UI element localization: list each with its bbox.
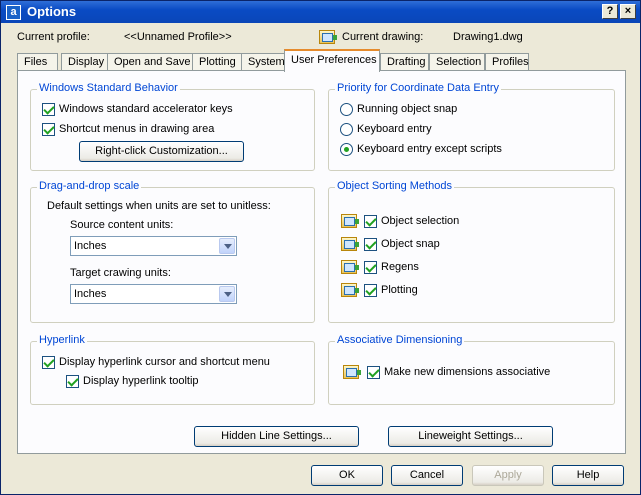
accelerator-keys-checkbox[interactable] [42, 103, 55, 116]
tab-files[interactable]: Files [17, 53, 58, 71]
hyperlink-cursor-label[interactable]: Display hyperlink cursor and shortcut me… [59, 356, 270, 368]
source-units-label: Source content units: [70, 219, 174, 231]
windows-standard-title: Windows Standard Behavior [37, 82, 180, 94]
shortcut-menus-checkbox[interactable] [42, 123, 55, 136]
object-snap-label[interactable]: Object snap [381, 238, 440, 250]
target-units-select[interactable]: Inches [70, 284, 237, 304]
object-snap-checkbox[interactable] [364, 238, 377, 251]
chevron-down-icon[interactable] [219, 286, 235, 302]
object-sort-icon [341, 214, 359, 228]
windows-standard-group: Windows Standard Behavior Windows standa… [30, 82, 315, 171]
right-click-customization-button[interactable]: Right-click Customization... [79, 141, 244, 162]
hyperlink-title: Hyperlink [37, 334, 87, 346]
object-sort-icon [341, 283, 359, 297]
shortcut-menus-label[interactable]: Shortcut menus in drawing area [59, 123, 214, 135]
object-selection-label[interactable]: Object selection [381, 215, 459, 227]
autocad-app-icon: a [6, 5, 21, 20]
target-units-value: Inches [74, 288, 107, 300]
running-object-snap-label[interactable]: Running object snap [357, 103, 457, 115]
cancel-button[interactable]: Cancel [391, 465, 463, 486]
tab-user-preferences[interactable]: User Preferences [284, 49, 380, 72]
apply-button[interactable]: Apply [472, 465, 544, 486]
user-preferences-panel: Windows Standard Behavior Windows standa… [17, 70, 626, 454]
source-units-value: Inches [74, 240, 107, 252]
plotting-sort-checkbox[interactable] [364, 284, 377, 297]
lineweight-settings-button[interactable]: Lineweight Settings... [388, 426, 553, 447]
associative-dimensioning-group: Associative Dimensioning Make new dimens… [328, 334, 615, 405]
tab-selection[interactable]: Selection [429, 53, 485, 71]
current-drawing-value: Drawing1.dwg [453, 31, 523, 43]
unitless-description: Default settings when units are set to u… [47, 200, 271, 212]
drag-drop-scale-group: Drag-and-drop scale Default settings whe… [30, 180, 315, 323]
window-title: Options [27, 4, 77, 19]
object-sort-icon [341, 237, 359, 251]
target-units-label: Target crawing units: [70, 267, 171, 279]
regens-checkbox[interactable] [364, 261, 377, 274]
help-button[interactable]: Help [552, 465, 624, 486]
drag-drop-scale-title: Drag-and-drop scale [37, 180, 142, 192]
source-units-select[interactable]: Inches [70, 236, 237, 256]
priority-group: Priority for Coordinate Data Entry Runni… [328, 82, 615, 171]
hyperlink-tooltip-label[interactable]: Display hyperlink tooltip [83, 375, 199, 387]
object-selection-checkbox[interactable] [364, 215, 377, 228]
drawing-file-icon [319, 30, 337, 44]
options-dialog: a Options ? × Current profile: <<Unnamed… [0, 0, 641, 495]
tab-profiles[interactable]: Profiles [485, 53, 529, 71]
current-drawing-label: Current drawing: [342, 31, 424, 43]
hyperlink-cursor-checkbox[interactable] [42, 356, 55, 369]
hyperlink-group: Hyperlink Display hyperlink cursor and s… [30, 334, 315, 405]
ok-button[interactable]: OK [311, 465, 383, 486]
priority-title: Priority for Coordinate Data Entry [335, 82, 502, 94]
object-sorting-group: Object Sorting Methods Object selection … [328, 180, 615, 323]
help-title-button[interactable]: ? [602, 4, 618, 19]
associative-dimensioning-title: Associative Dimensioning [335, 334, 465, 346]
associative-dimensions-checkbox[interactable] [367, 366, 380, 379]
plotting-sort-label[interactable]: Plotting [381, 284, 418, 296]
close-title-button[interactable]: × [620, 4, 636, 19]
regens-label[interactable]: Regens [381, 261, 419, 273]
hidden-line-settings-button[interactable]: Hidden Line Settings... [194, 426, 359, 447]
keyboard-entry-label[interactable]: Keyboard entry [357, 123, 432, 135]
object-sorting-title: Object Sorting Methods [335, 180, 454, 192]
title-bar[interactable]: a Options ? × [1, 1, 640, 23]
keyboard-entry-except-scripts-label[interactable]: Keyboard entry except scripts [357, 143, 502, 155]
tab-drafting[interactable]: Drafting [380, 53, 429, 71]
hyperlink-tooltip-checkbox[interactable] [66, 375, 79, 388]
running-object-snap-radio[interactable] [340, 103, 353, 116]
dimension-icon [343, 365, 361, 379]
keyboard-entry-except-scripts-radio[interactable] [340, 143, 353, 156]
accelerator-keys-label[interactable]: Windows standard accelerator keys [59, 103, 233, 115]
chevron-down-icon[interactable] [219, 238, 235, 254]
associative-dimensions-label[interactable]: Make new dimensions associative [384, 366, 550, 378]
object-sort-icon [341, 260, 359, 274]
current-profile-label: Current profile: [17, 31, 90, 43]
keyboard-entry-radio[interactable] [340, 123, 353, 136]
tab-open-and-save[interactable]: Open and Save [107, 53, 199, 71]
current-profile-value: <<Unnamed Profile>> [124, 31, 232, 43]
